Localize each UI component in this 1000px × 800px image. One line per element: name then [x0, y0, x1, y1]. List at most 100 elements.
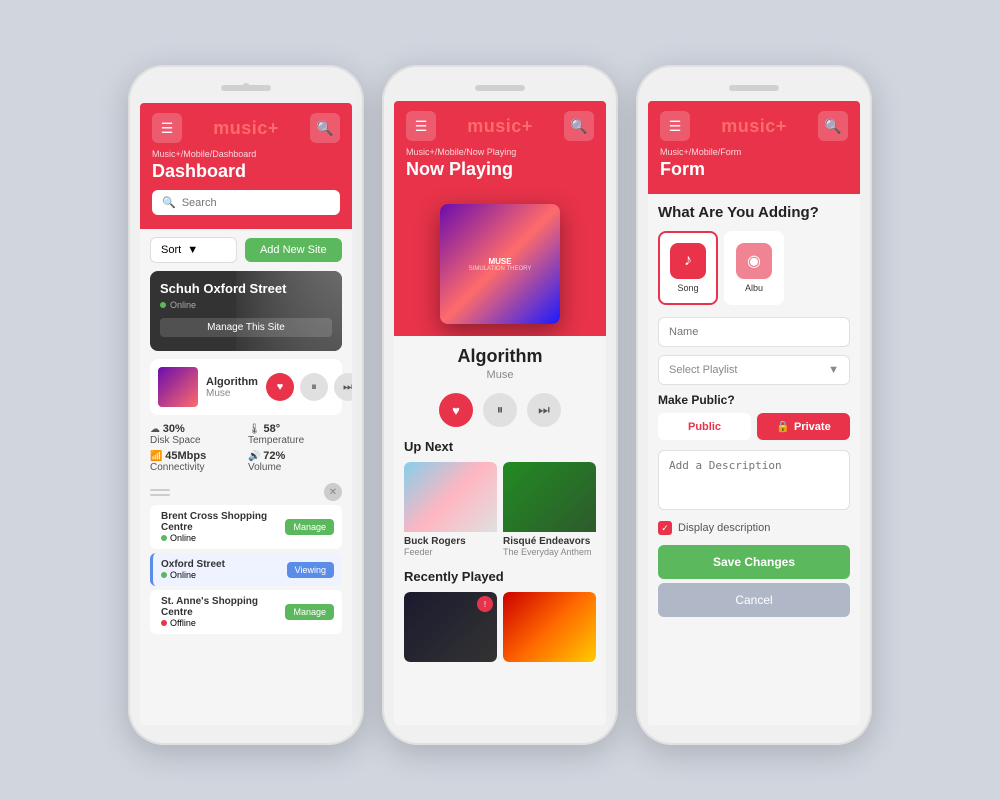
menu-button[interactable]: ☰ — [406, 111, 436, 141]
search-button[interactable]: 🔍 — [310, 113, 340, 143]
search-button[interactable]: 🔍 — [818, 111, 848, 141]
pause-button[interactable]: ⏸ — [300, 373, 328, 401]
close-panel-button[interactable]: ✕ — [324, 483, 342, 501]
up-next-title: Up Next — [404, 439, 596, 454]
track-info: Algorithm Muse — [206, 376, 258, 399]
type-song-card[interactable]: ♪ Song — [658, 231, 718, 305]
np-favorite-button[interactable]: ♥ — [439, 393, 473, 427]
now-playing-mini: Algorithm Muse ♥ ⏸ ⏭ — [150, 359, 342, 415]
now-playing-header: ☰ music+ 🔍 Music+/Mobile/Now Playing Now… — [394, 101, 606, 194]
np-track-name: Algorithm — [404, 346, 596, 367]
form-question: What Are You Adding? — [658, 204, 850, 221]
status-text: Online — [170, 300, 196, 310]
breadcrumb: Music+/Mobile/Dashboard — [152, 149, 340, 159]
logo-text: music+ — [467, 116, 533, 136]
save-changes-button[interactable]: Save Changes — [658, 545, 850, 579]
type-song-label: Song — [668, 283, 708, 293]
rp-card: ! — [404, 592, 497, 662]
public-private-row: Public 🔒 Private — [658, 413, 850, 440]
page-title: Form — [660, 159, 848, 180]
dashboard-header: ☰ music+ 🔍 Music+/Mobile/Dashboard Dashb… — [140, 103, 352, 229]
rp-card — [503, 592, 596, 662]
search-bar: 🔍 — [152, 190, 340, 215]
display-desc-label: Display description — [678, 522, 770, 534]
album-art-section: MUSE SIMULATION THEORY — [394, 194, 606, 336]
description-input[interactable] — [658, 450, 850, 510]
stat-connectivity: 📶 45Mbps Connectivity — [150, 450, 244, 473]
form-screen: ☰ music+ 🔍 Music+/Mobile/Form Form What … — [648, 101, 860, 725]
disk-icon: ☁ — [150, 424, 163, 435]
type-album-card[interactable]: ◉ Albu — [724, 231, 784, 305]
app-logo: music+ — [467, 116, 533, 137]
stats-grid: ☁ 30% Disk Space 🌡 58° Temperature 📶 45M… — [150, 423, 342, 473]
logo-text: music+ — [721, 116, 787, 136]
display-desc-row: ✓ Display description — [658, 521, 850, 535]
np-artist: Muse — [404, 369, 596, 381]
manage-stanne-button[interactable]: Manage — [285, 604, 334, 620]
form-type-row: ♪ Song ◉ Albu — [658, 231, 850, 305]
phone-now-playing: ☰ music+ 🔍 Music+/Mobile/Now Playing Now… — [382, 65, 618, 745]
public-button[interactable]: Public — [658, 413, 751, 440]
dashboard-screen: ☰ music+ 🔍 Music+/Mobile/Dashboard Dashb… — [140, 103, 352, 725]
album-art-large: MUSE SIMULATION THEORY — [440, 204, 560, 324]
breadcrumb: Music+/Mobile/Form — [660, 147, 848, 157]
track-artist: Muse — [206, 388, 258, 399]
display-desc-checkbox[interactable]: ✓ — [658, 521, 672, 535]
np-pause-button[interactable]: ⏸ — [483, 393, 517, 427]
album-thumbnail — [158, 367, 198, 407]
sites-list: Brent Cross Shopping Centre Online Manag… — [150, 505, 342, 634]
search-input[interactable] — [182, 197, 330, 209]
forward-button[interactable]: ⏭ — [334, 373, 352, 401]
site-list-info: Brent Cross Shopping Centre Online — [161, 511, 285, 543]
breadcrumb: Music+/Mobile/Now Playing — [406, 147, 594, 157]
request-badge: ! — [477, 596, 493, 612]
music-note-icon: ♪ — [670, 243, 706, 279]
stat-disk-space: ☁ 30% Disk Space — [150, 423, 244, 446]
lock-icon: 🔒 — [776, 420, 790, 433]
site-card-name: Schuh Oxford Street — [160, 281, 332, 296]
search-icon: 🔍 — [162, 196, 176, 209]
make-public-label: Make Public? — [658, 393, 850, 407]
menu-button[interactable]: ☰ — [152, 113, 182, 143]
up-next-card: Buck Rogers Feeder — [404, 462, 497, 561]
track-name: Algorithm — [206, 376, 258, 388]
up-next-image — [404, 462, 497, 532]
playback-controls: ♥ ⏸ ⏭ — [266, 373, 352, 401]
site-list-info: Oxford Street Online — [161, 559, 225, 580]
select-placeholder: Select Playlist — [669, 364, 737, 376]
page-title: Dashboard — [152, 161, 340, 182]
favorite-button[interactable]: ♥ — [266, 373, 294, 401]
menu-button[interactable]: ☰ — [660, 111, 690, 141]
action-row: Sort ▼ Add New Site — [150, 237, 342, 263]
list-item: Brent Cross Shopping Centre Online Manag… — [150, 505, 342, 549]
type-album-label: Albu — [734, 283, 774, 293]
playlist-select[interactable]: Select Playlist ▼ — [658, 355, 850, 385]
logo-text: music+ — [213, 118, 279, 138]
status-dot — [161, 535, 167, 541]
recently-played-section: Recently Played ! — [404, 569, 596, 662]
drag-handle[interactable] — [150, 489, 170, 496]
site-list-info: St. Anne's Shopping Centre Offline — [161, 596, 285, 628]
add-new-site-button[interactable]: Add New Site — [245, 238, 342, 262]
temp-icon: 🌡 — [248, 424, 263, 435]
search-button[interactable]: 🔍 — [564, 111, 594, 141]
private-button[interactable]: 🔒 Private — [757, 413, 850, 440]
viewing-oxford-button[interactable]: Viewing — [287, 562, 334, 578]
up-next-image — [503, 462, 596, 532]
drag-row: ✕ — [150, 481, 342, 505]
manage-brent-button[interactable]: Manage — [285, 519, 334, 535]
recently-played-grid: ! — [404, 592, 596, 662]
wifi-icon: 📶 — [150, 451, 165, 462]
sort-button[interactable]: Sort ▼ — [150, 237, 237, 263]
up-next-section: Up Next Buck Rogers Feeder — [404, 439, 596, 561]
manage-site-button[interactable]: Manage This Site — [160, 318, 332, 337]
site-card-status: Online — [160, 300, 332, 310]
phone-dashboard: ☰ music+ 🔍 Music+/Mobile/Dashboard Dashb… — [128, 65, 364, 745]
volume-icon: 🔊 — [248, 451, 263, 462]
cancel-button[interactable]: Cancel — [658, 583, 850, 617]
rp-image — [503, 592, 596, 662]
featured-site-card: Schuh Oxford Street Online Manage This S… — [150, 271, 342, 351]
np-forward-button[interactable]: ⏭ — [527, 393, 561, 427]
name-input[interactable] — [658, 317, 850, 347]
now-playing-screen: ☰ music+ 🔍 Music+/Mobile/Now Playing Now… — [394, 101, 606, 725]
